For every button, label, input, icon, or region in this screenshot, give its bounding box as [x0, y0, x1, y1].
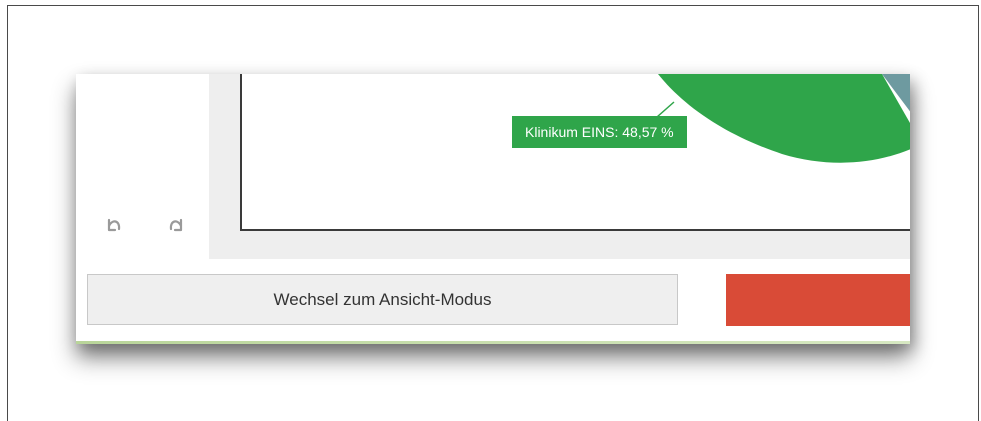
- left-toolbar-panel: [76, 74, 209, 259]
- image-frame: Klinikum EINS: 48,57 % Wechsel zum Ansic…: [7, 5, 979, 421]
- undo-icon[interactable]: [102, 214, 126, 238]
- pie-chart: [558, 74, 910, 163]
- redo-icon[interactable]: [164, 214, 188, 238]
- data-label-klinikum-eins: Klinikum EINS: 48,57 %: [512, 116, 687, 148]
- delete-button[interactable]: [726, 274, 910, 326]
- app-window: Klinikum EINS: 48,57 % Wechsel zum Ansic…: [76, 74, 910, 344]
- switch-to-view-mode-button[interactable]: Wechsel zum Ansicht-Modus: [87, 274, 678, 325]
- pie-slice-klinikum-eins: [658, 74, 910, 163]
- chart-canvas[interactable]: Klinikum EINS: 48,57 %: [240, 74, 910, 231]
